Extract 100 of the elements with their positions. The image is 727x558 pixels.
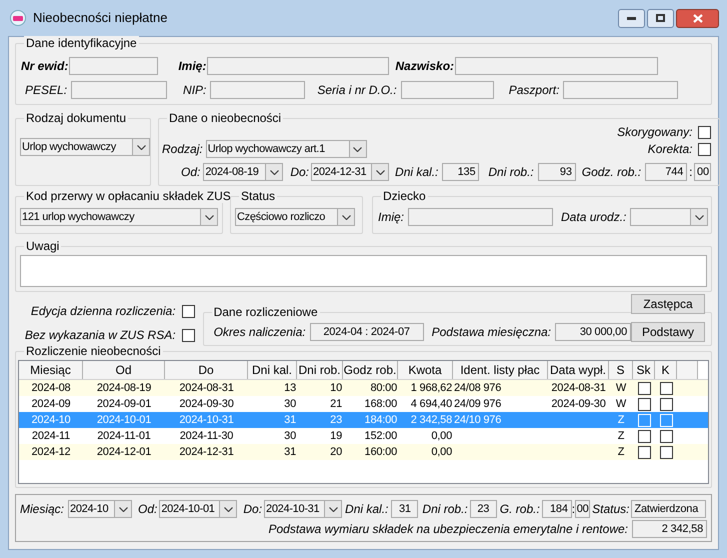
field-label: Dni rob.:: [422, 501, 468, 518]
field-label: NIP:: [183, 82, 206, 99]
checkbox[interactable]: [638, 430, 650, 442]
table-cell: 2024-12: [32, 446, 70, 458]
text-field[interactable]: 30 000,00: [555, 323, 631, 341]
table-cell: 2024-11: [32, 430, 70, 442]
text-field[interactable]: 2024-04 : 2024-07: [310, 323, 424, 341]
text-field[interactable]: 744: [645, 163, 688, 181]
field-label: PESEL:: [25, 82, 68, 99]
text-field[interactable]: 184: [542, 500, 572, 518]
dropdown[interactable]: 2024-10-31: [264, 500, 342, 518]
dropdown[interactable]: 2024-10: [68, 500, 132, 518]
table-cell: 2024-11-01: [97, 430, 151, 442]
field-label: Od:: [138, 501, 158, 518]
text-field[interactable]: [408, 208, 554, 226]
table-cell: 24/09 976: [454, 398, 502, 410]
table-cell: 2024-12-01: [96, 446, 152, 458]
text-field[interactable]: 2 342,58: [632, 520, 707, 538]
text-field[interactable]: [563, 81, 678, 99]
column-header[interactable]: Kwota: [398, 361, 453, 379]
text-field[interactable]: [71, 81, 168, 99]
time-separator: :: [689, 164, 692, 181]
text-field[interactable]: 135: [442, 163, 480, 181]
chevron-down-icon: [694, 214, 704, 220]
dropdown[interactable]: 2024-12-31: [311, 163, 390, 181]
table-cell: 1 968,62: [410, 382, 452, 394]
chevron-down-icon: [328, 506, 338, 512]
column-header[interactable]: Od: [83, 361, 165, 379]
checkbox[interactable]: [638, 398, 650, 410]
text-field[interactable]: 31: [391, 500, 418, 518]
chevron-down-icon: [136, 144, 146, 150]
field-label: Okres naliczenia:: [214, 324, 306, 341]
field-label: Do:: [290, 164, 310, 181]
chevron-down-icon: [342, 214, 350, 220]
maximize-button[interactable]: [647, 8, 674, 28]
field-label: Podstawa wymiaru składek na ubezpieczenia emerytalne i rentowe:: [268, 521, 628, 538]
text-field[interactable]: [207, 57, 390, 75]
checkbox[interactable]: [182, 328, 195, 342]
button[interactable]: Podstawy: [631, 322, 705, 342]
dropdown[interactable]: 2024-08-19: [203, 163, 284, 181]
checkbox[interactable]: [660, 382, 672, 394]
button[interactable]: Zastępca: [631, 294, 705, 314]
column-header[interactable]: K: [655, 361, 677, 379]
table-cell: 80:00: [370, 382, 397, 394]
group-title: Dane identyfikacyjne: [24, 36, 139, 50]
column-header[interactable]: S: [609, 361, 633, 379]
table-cell: 0,00: [431, 446, 452, 458]
dropdown[interactable]: 121 urlop wychowawczy: [20, 208, 218, 226]
column-header[interactable]: Data wypł.: [548, 361, 609, 379]
chevron-down-icon: [118, 506, 128, 512]
chevron-down-icon: [204, 214, 214, 220]
column-header[interactable]: Godz rob.: [343, 361, 398, 379]
column-header[interactable]: Do: [165, 361, 248, 379]
table-cell: 31: [284, 414, 296, 426]
close-button[interactable]: [676, 8, 719, 28]
group-title: Uwagi: [24, 239, 62, 253]
text-field[interactable]: Zatwierdzona: [631, 500, 706, 518]
text-field[interactable]: [210, 81, 306, 99]
checkbox[interactable]: [182, 304, 195, 318]
table-cell: W: [616, 398, 626, 410]
minimize-button[interactable]: [618, 8, 645, 28]
text-field[interactable]: [69, 57, 158, 75]
text-field[interactable]: [455, 57, 658, 75]
field-label: Imię:: [178, 58, 206, 75]
time-separator: :: [572, 501, 576, 518]
field-label: Podstawa miesięczna:: [432, 324, 551, 341]
checkbox[interactable]: [698, 126, 712, 138]
dropdown[interactable]: Urlop wychowawczy art.1: [206, 140, 367, 158]
table-cell: 168:00: [364, 398, 397, 410]
field-label: Do:: [243, 501, 262, 518]
checkbox[interactable]: [638, 382, 650, 394]
group-title: Status: [239, 189, 278, 203]
table-cell: Z: [618, 446, 624, 458]
table-cell: 152:00: [364, 430, 397, 442]
text-field[interactable]: 00: [575, 500, 590, 518]
table-row[interactable]: 2024-08 2024-08-19 2024-08-31 13 10 80:00 1 968,62 24/08 976 2024-08-31 W: [19, 380, 708, 396]
column-header[interactable]: Sk: [633, 361, 655, 379]
dropdown[interactable]: Urlop wychowawczy: [20, 138, 150, 156]
column-header[interactable]: Dni rob.: [297, 361, 343, 379]
text-field[interactable]: [400, 81, 494, 99]
column-header[interactable]: Dni kal.: [248, 361, 297, 379]
table-cell: 21: [330, 398, 342, 410]
table-cell: 23: [330, 414, 342, 426]
notes-field[interactable]: [20, 255, 707, 287]
checkbox[interactable]: [660, 398, 672, 410]
text-field[interactable]: 23: [470, 500, 497, 518]
group-title: Dziecko: [381, 189, 428, 203]
table-row[interactable]: 2024-12 2024-12-01 2024-12-31 31 20 160:00 0,00 Z: [19, 444, 708, 460]
checkbox[interactable]: [660, 446, 672, 458]
text-field[interactable]: 93: [538, 163, 576, 181]
checkbox[interactable]: [698, 142, 712, 156]
column-header[interactable]: Ident. listy płac: [453, 361, 548, 379]
table-cell: 4 694,40: [410, 398, 452, 410]
dropdown[interactable]: 2024-10-01: [159, 500, 238, 518]
checkbox[interactable]: [660, 430, 672, 442]
column-header[interactable]: Miesiąc: [19, 361, 83, 379]
dropdown[interactable]: Częściowo rozliczo: [235, 208, 355, 226]
text-field[interactable]: 00: [694, 163, 712, 181]
field-label: Nr ewid:: [21, 58, 68, 75]
checkbox[interactable]: [638, 446, 650, 458]
